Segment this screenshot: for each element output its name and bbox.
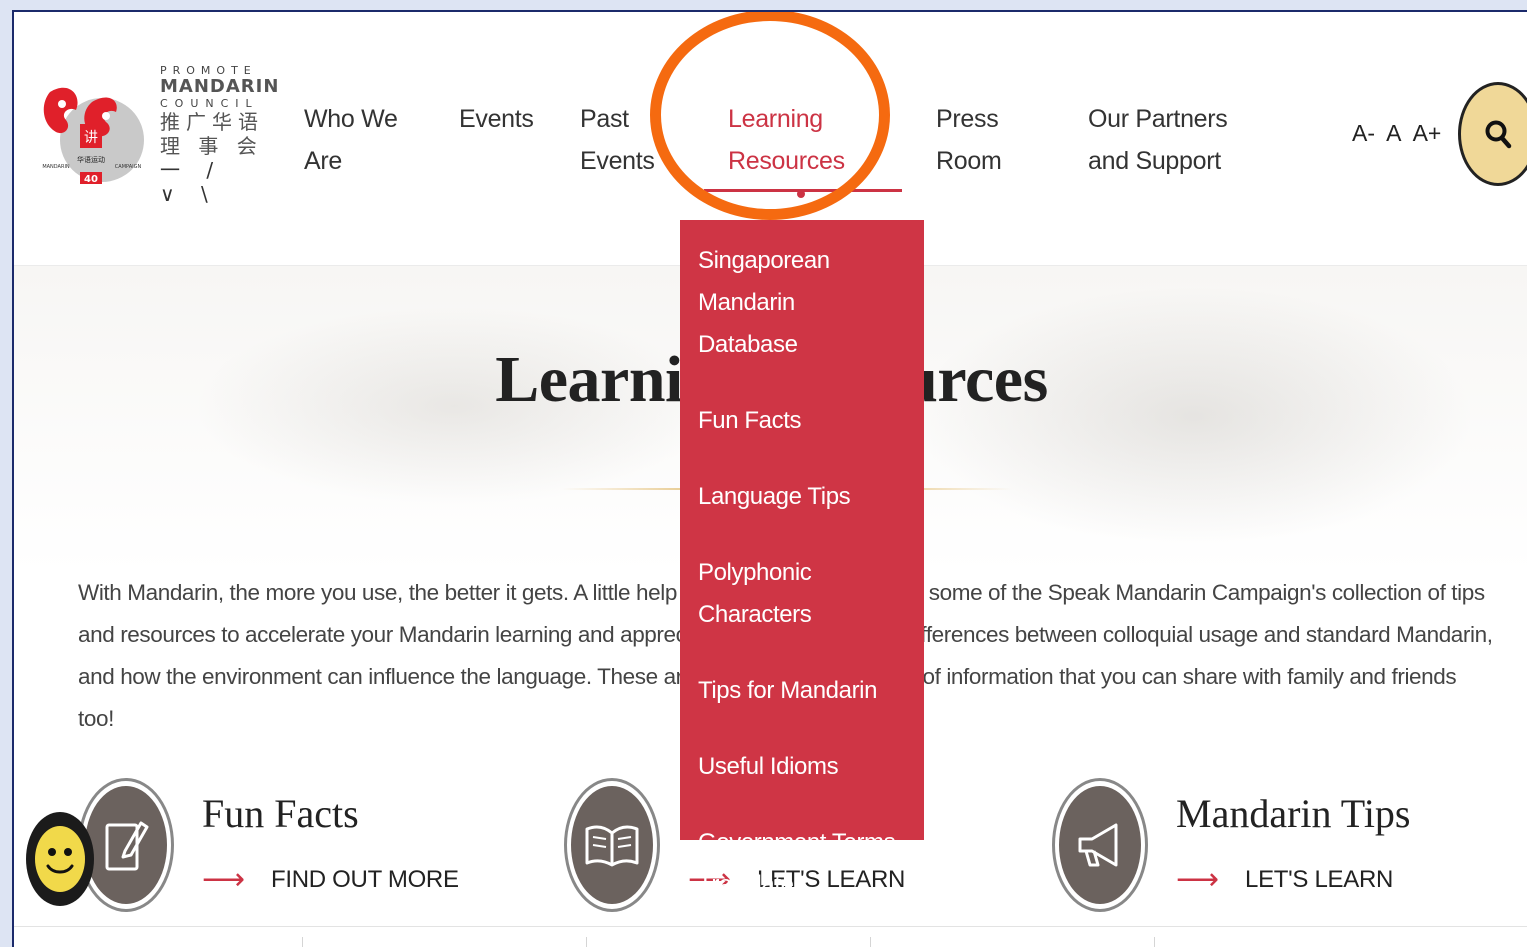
nav-partners-support[interactable]: Our Partners and Support xyxy=(1088,98,1268,182)
dropdown-item-government-terms-translated[interactable]: Government Terms Translated xyxy=(698,822,898,906)
logo-line-strokes: 一 / ∨ \ xyxy=(160,158,224,206)
logo-mark-number: 40 xyxy=(84,174,98,185)
logo-line-mandarin: MANDARIN xyxy=(160,76,280,97)
dropdown-item-tips-for-mandarin[interactable]: Tips for Mandarin xyxy=(698,670,906,712)
nav-who-we-are[interactable]: Who We Are xyxy=(304,98,414,182)
dropdown-item-polyphonic-characters[interactable]: Polyphonic Characters xyxy=(698,552,906,636)
logo-mark-side-right: CAMPAIGN xyxy=(115,164,142,170)
logo-line-chinese-1: 推广华语 xyxy=(160,110,264,134)
search-icon xyxy=(1485,120,1512,149)
footer-divider xyxy=(870,937,871,947)
logo-wordmark: PROMOTE MANDARIN COUNCIL 推广华语 理 事 会 一 / … xyxy=(160,64,280,206)
notepad-icon xyxy=(105,821,149,871)
smiley-icon xyxy=(35,826,85,892)
card-icon-frame xyxy=(564,778,660,912)
card-mandarin-tips: Mandarin Tips ⟶ LET'S LEARN xyxy=(1052,778,1472,918)
card-icon-frame xyxy=(1052,778,1148,912)
font-decrease-button[interactable]: A- xyxy=(1352,120,1375,146)
megaphone-icon xyxy=(1078,823,1118,867)
logo-mark-side-left: MANDARIN xyxy=(42,164,70,170)
nav-press-room[interactable]: Press Room xyxy=(936,98,1026,182)
dropdown-item-fun-facts[interactable]: Fun Facts xyxy=(698,400,906,442)
book-icon xyxy=(585,825,639,867)
nav-events[interactable]: Events xyxy=(459,98,534,140)
speak-mandarin-campaign-logo-icon: 讲 MANDARIN 华语运动 CAMPAIGN 40 xyxy=(42,87,144,185)
card-cta-label: FIND OUT MORE xyxy=(271,866,459,893)
card-title: Mandarin Tips xyxy=(1176,791,1411,836)
logo-line-council: COUNCIL xyxy=(160,97,259,110)
font-increase-button[interactable]: A+ xyxy=(1413,120,1442,146)
search-button[interactable] xyxy=(1458,82,1527,186)
card-title: Fun Facts xyxy=(202,791,359,836)
nav-learning-resources[interactable]: Learning Resources xyxy=(728,98,845,182)
arrow-right-icon: ⟶ xyxy=(202,862,246,897)
card-cta-label: LET'S LEARN xyxy=(1245,866,1394,893)
dropdown-item-language-tips[interactable]: Language Tips xyxy=(698,476,906,518)
font-reset-button[interactable]: A xyxy=(1386,120,1401,146)
footer-divider xyxy=(1154,937,1155,947)
lets-learn-link[interactable]: ⟶ LET'S LEARN xyxy=(1176,862,1394,897)
footer-divider xyxy=(586,937,587,947)
footer-strip xyxy=(14,926,1527,947)
learning-resources-dropdown: Singaporean Mandarin Database Fun Facts … xyxy=(680,220,924,898)
logo-line-chinese-2: 理 事 会 xyxy=(160,134,263,158)
footer-divider xyxy=(302,937,303,947)
logo-mark-char: 讲 xyxy=(84,130,98,146)
card-fun-facts: Fun Facts ⟶ FIND OUT MORE xyxy=(78,778,478,918)
font-size-controls: A- A A+ xyxy=(1352,120,1447,147)
browser-viewport: 讲 MANDARIN 华语运动 CAMPAIGN 40 PROMOTE MAND… xyxy=(12,10,1527,947)
logo-mark-cn: 华语运动 xyxy=(77,155,105,164)
nav-active-caret xyxy=(797,190,805,198)
dropdown-item-useful-idioms[interactable]: Useful Idioms xyxy=(698,746,906,788)
arrow-right-icon: ⟶ xyxy=(1176,862,1220,897)
dropdown-item-singaporean-mandarin-database[interactable]: Singaporean Mandarin Database xyxy=(698,240,898,366)
chat-widget-button[interactable] xyxy=(26,812,94,906)
nav-past-events[interactable]: Past Events xyxy=(580,98,670,182)
promote-mandarin-council-logo[interactable]: 讲 MANDARIN 华语运动 CAMPAIGN 40 PROMOTE MAND… xyxy=(36,62,278,206)
find-out-more-link[interactable]: ⟶ FIND OUT MORE xyxy=(202,862,459,897)
